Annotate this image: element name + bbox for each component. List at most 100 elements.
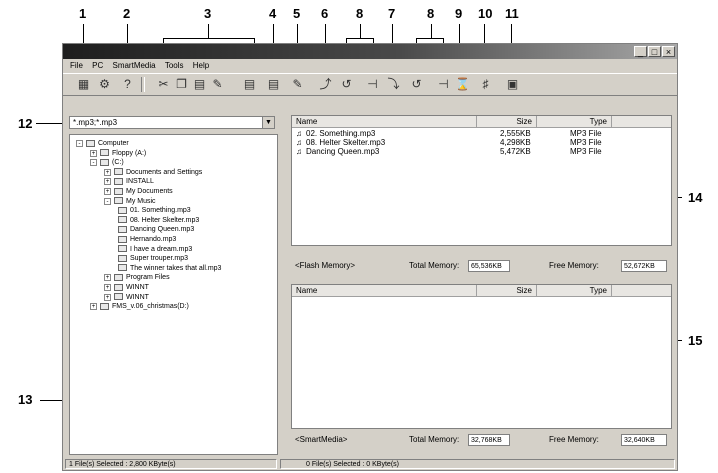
expand-icon[interactable]: + [104,284,111,291]
status-left: 1 File(s) Selected : 2,800 KByte(s) [65,459,277,469]
save-icon[interactable]: ▣ [505,77,520,92]
column-name[interactable]: Name [292,285,477,296]
tree-folder-item[interactable]: + FMS_v.06_christmas(D:) [90,302,189,311]
copy-icon[interactable]: ❐ [174,77,189,92]
tree-folder-item[interactable]: + WINNT [104,293,149,302]
delete-icon[interactable]: ✎ [290,77,305,92]
smartmedia-list[interactable]: Name Size Type [291,284,672,429]
callout-13: 13 [18,392,33,407]
smartmedia-label: <SmartMedia> [295,435,348,444]
properties-icon[interactable]: ▤ [242,77,257,92]
folder-icon [114,293,123,301]
cut-icon[interactable]: ✂ [156,77,171,92]
folder-icon [114,274,123,282]
music-file-icon [118,226,127,234]
download-icon[interactable]: ⤵ [386,77,401,92]
next2-icon[interactable]: ⊣ [436,77,451,92]
column-size[interactable]: Size [477,285,537,296]
leader-8a-stem [360,24,361,38]
menu-tools[interactable]: Tools [165,60,184,72]
tree-item-label: 08. Helter Skelter.mp3 [130,216,200,224]
tree-folder-item[interactable]: - My Music [104,197,156,206]
callout-12: 12 [18,116,33,131]
tree-file-item[interactable]: I have a dream.mp3 [118,245,192,254]
file-filter-value: *.mp3;*.mp3 [73,118,118,127]
tree-folder-item[interactable]: + Documents and Settings [104,168,202,177]
expand-icon[interactable]: + [104,274,111,282]
column-type[interactable]: Type [537,116,612,127]
close-button[interactable]: × [662,46,675,57]
next-icon[interactable]: ⊣ [365,77,380,92]
upload-icon[interactable]: ⤴ [318,77,333,92]
tree-file-item[interactable]: 08. Helter Skelter.mp3 [118,216,199,225]
menu-smartmedia[interactable]: SmartMedia [112,60,155,72]
leader-8b-stem [431,24,432,38]
view-icon[interactable]: ▤ [266,77,281,92]
tree-file-item[interactable]: Super trouper.mp3 [118,254,188,263]
folder-icon [86,139,95,147]
tree-item-label: I have a dream.mp3 [130,245,193,253]
tree-file-item[interactable]: Hernando.mp3 [118,235,176,244]
chevron-down-icon[interactable]: ▼ [262,117,274,128]
tree-file-item[interactable]: 01. Something.mp3 [118,206,191,215]
collapse-icon[interactable]: - [90,159,97,167]
menu-file[interactable]: File [70,60,83,72]
folder-tree[interactable]: - Computer + Floppy (A:) - (C:) + Documents and… [69,134,278,455]
expand-icon[interactable]: + [90,303,97,311]
expand-icon[interactable]: + [104,168,111,176]
collapse-icon[interactable]: - [104,197,111,205]
menu-help[interactable]: Help [193,60,209,72]
music-file-icon [118,254,127,262]
collapse-icon[interactable]: - [76,140,83,147]
callout-10: 10 [478,6,493,21]
tree-item-label: Computer [98,140,129,147]
skip-icon[interactable]: ↺ [339,77,354,92]
expand-icon[interactable]: + [104,188,111,195]
tree-folder-item[interactable]: + WINNT [104,283,149,292]
paste-icon[interactable]: ▤ [192,77,207,92]
tree-folder-item[interactable]: + My Documents [104,187,173,196]
tree-folder-item[interactable]: - (C:) [90,158,124,167]
expand-icon[interactable]: + [104,293,111,301]
smartmedia-free-label: Free Memory: [549,435,599,444]
status-bar: 1 File(s) Selected : 2,800 KByte(s) 0 Fi… [63,458,677,470]
toolbar-separator [141,77,145,92]
app-window: _ □ × File PC SmartMedia Tools Help ▦ ⚙ … [62,43,678,471]
tree-folder-item[interactable]: + INSTALL [104,177,154,186]
minimize-button[interactable]: _ [634,46,647,57]
title-bar[interactable]: _ □ × [63,44,677,59]
smartmedia-status: <SmartMedia> Total Memory: 32,768KB Free… [291,432,672,448]
table-row[interactable]: ♫ Dancing Queen.mp3 5,472KB MP3 File [292,147,622,157]
help-icon[interactable]: ? [120,77,135,92]
callout-11: 11 [505,6,519,21]
callout-3: 3 [204,6,212,21]
card-icon[interactable]: ▦ [76,77,91,92]
toolbar: ▦ ⚙ ? ✂ ❐ ▤ ✎ ▤ ▤ ✎ ⤴ ↺ ⊣ ⤵ ↺ ⊣ ⌛ ♯ ▣ [63,73,677,96]
tree-file-item[interactable]: The winner takes that all.mp3 [118,264,221,273]
expand-icon[interactable]: + [104,178,111,186]
tree-folder-item[interactable]: + Program Files [104,273,170,282]
star-icon[interactable]: ♯ [478,77,493,92]
smartmedia-total-value: 32,768KB [468,434,510,446]
rename-icon[interactable]: ✎ [210,77,225,92]
menu-pc[interactable]: PC [92,60,103,72]
format-icon[interactable]: ⚙ [97,77,112,92]
callout-15: 15 [688,333,703,348]
tree-file-item[interactable]: Dancing Queen.mp3 [118,225,194,234]
flash-list-header: Name Size Type [292,116,671,128]
callout-8a: 8 [356,6,364,21]
clear-icon[interactable]: ⌛ [455,77,470,92]
column-name[interactable]: Name [292,116,477,127]
maximize-button[interactable]: □ [648,46,661,57]
status-right: 0 File(s) Selected : 0 KByte(s) [280,459,675,469]
file-name: Dancing Queen.mp3 [306,147,380,156]
tree-folder-item[interactable]: + Floppy (A:) [90,149,146,158]
tree-folder-item[interactable]: - Computer [76,139,129,148]
skip2-icon[interactable]: ↺ [409,77,424,92]
expand-icon[interactable]: + [90,149,97,157]
column-size[interactable]: Size [477,116,537,127]
file-filter-combo[interactable]: *.mp3;*.mp3 ▼ [69,116,275,129]
column-type[interactable]: Type [537,285,612,296]
callout-4: 4 [269,6,277,21]
flash-memory-list[interactable]: Name Size Type ♫ 02. Something.mp3 2,555KB… [291,115,672,246]
